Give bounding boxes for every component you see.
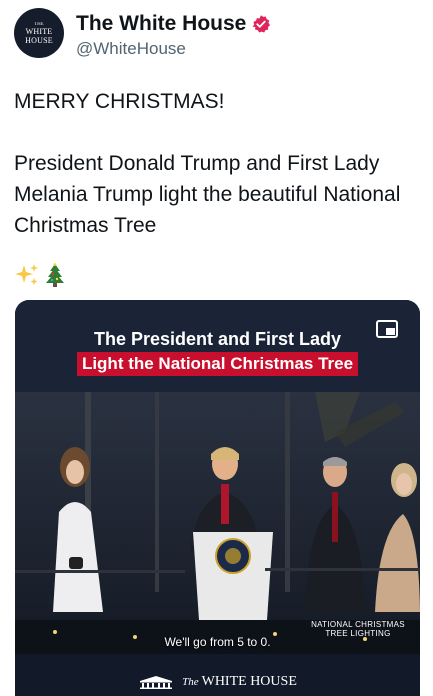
display-name[interactable]: The White House bbox=[76, 12, 246, 36]
emoji-line bbox=[14, 262, 68, 288]
christmas-tree-icon bbox=[46, 263, 64, 287]
avatar-line-1: THE bbox=[34, 21, 44, 27]
white-house-wordmark-main: WHITE HOUSE bbox=[201, 674, 297, 689]
tweet-header: THE WHITE HOUSE The White House @WhiteHo… bbox=[14, 6, 419, 66]
white-house-wordmark-prefix: The bbox=[182, 676, 199, 688]
sparkles-icon bbox=[15, 264, 38, 285]
avatar-line-2: WHITE HOUSE bbox=[25, 26, 53, 45]
video-frame bbox=[15, 392, 420, 654]
white-house-wordmark: The WHITE HOUSE bbox=[182, 674, 297, 690]
white-house-building-icon bbox=[140, 676, 173, 689]
avatar[interactable]: THE WHITE HOUSE bbox=[14, 8, 64, 58]
video-subtitle: Light the National Christmas Tree bbox=[76, 352, 359, 376]
verified-badge-icon bbox=[253, 15, 271, 33]
name-row: The White House bbox=[76, 12, 271, 36]
video-subtitle-wrap: Light the National Christmas Tree bbox=[15, 352, 420, 376]
video-caption: We'll go from 5 to 0. bbox=[164, 635, 271, 649]
white-house-logo: The WHITE HOUSE bbox=[15, 674, 420, 690]
tweet-text: MERRY CHRISTMAS! President Donald Trump … bbox=[14, 90, 401, 237]
video-player[interactable]: The President and First Lady Light the N… bbox=[15, 300, 420, 696]
video-title: The President and First Lady bbox=[93, 329, 342, 349]
handle[interactable]: @WhiteHouse bbox=[76, 39, 186, 59]
event-logo-line-1: NATIONAL CHRISTMAS bbox=[311, 620, 405, 629]
